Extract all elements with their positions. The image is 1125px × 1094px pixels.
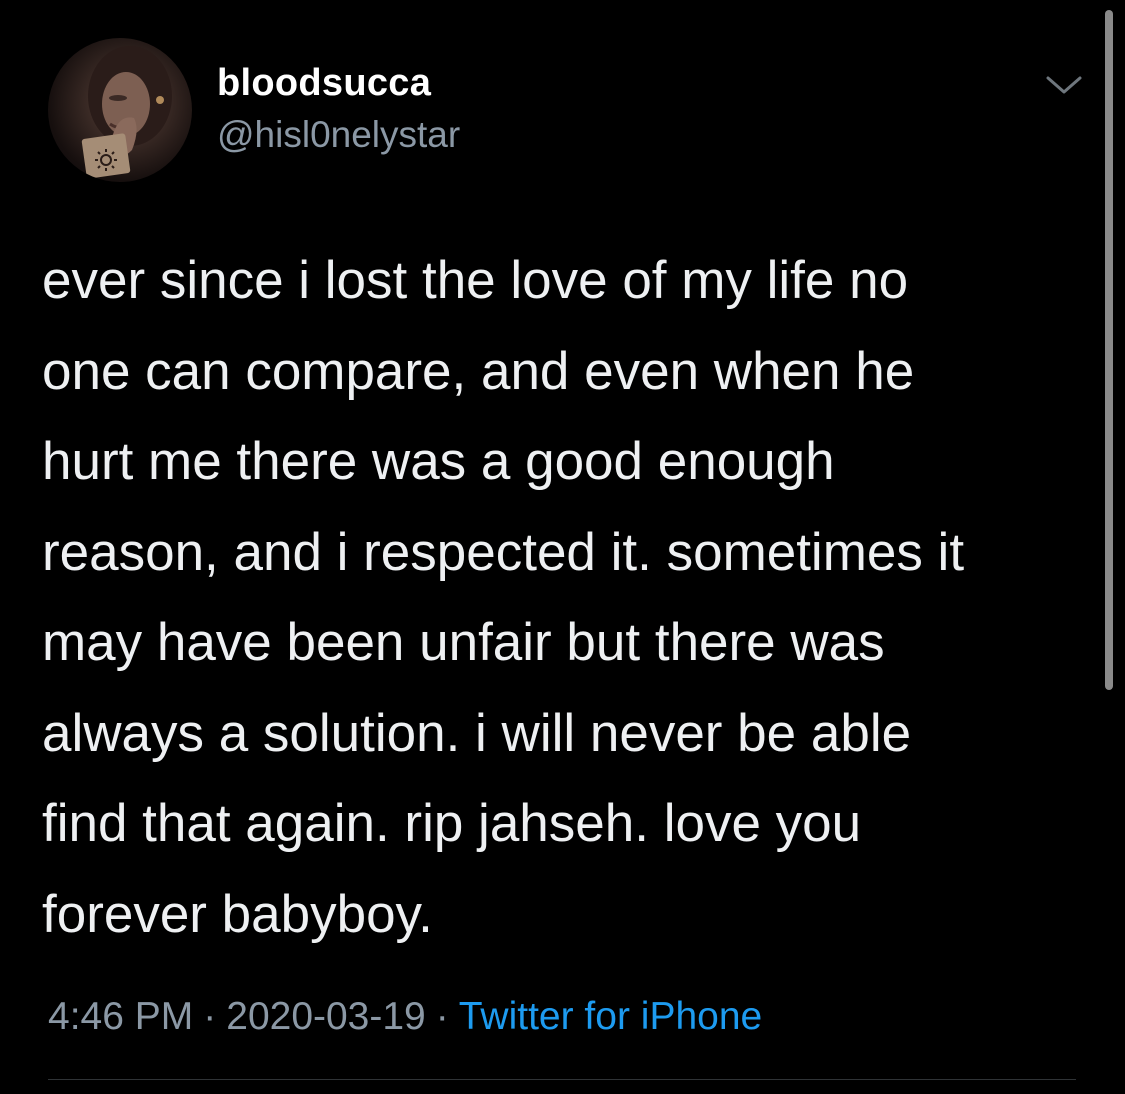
tweet-card: bloodsucca @hisl0nelystar ever since i l… <box>0 0 1125 1094</box>
divider <box>48 1079 1076 1080</box>
tweet-text-line: may have been unfair but there was <box>42 613 885 672</box>
tweet-text-line: reason, and i respected it. sometimes it <box>42 522 965 582</box>
chevron-down-icon[interactable] <box>1040 62 1088 110</box>
tweet-text-line: find that again. rip jahseh. love you <box>42 794 862 853</box>
display-name[interactable]: bloodsucca <box>217 62 431 105</box>
tweet-date[interactable]: 2020-03-19 <box>226 995 426 1038</box>
tweet-meta: 4:46 PM · 2020-03-19 · Twitter for iPhone <box>48 995 762 1039</box>
scrollbar[interactable] <box>1105 10 1113 690</box>
tweet-text: ever since i lost the love of my life no… <box>42 236 1092 960</box>
meta-separator: · <box>203 995 217 1038</box>
tweet-time[interactable]: 4:46 PM <box>48 995 193 1038</box>
avatar[interactable] <box>48 38 192 182</box>
tweet-text-line: ever since i lost the love of my life no <box>42 251 909 310</box>
tweet-text-line: hurt me there was a good enough <box>42 432 835 491</box>
profile-photo <box>81 46 172 179</box>
tweet-source-link[interactable]: Twitter for iPhone <box>459 995 762 1038</box>
tweet-text-line: forever babyboy. <box>42 884 433 944</box>
tweet-text-line: always a solution. i will never be able <box>42 703 912 763</box>
tweet-text-line: one can compare, and even when he <box>42 341 915 401</box>
user-handle[interactable]: @hisl0nelystar <box>217 114 460 156</box>
meta-separator: · <box>435 995 449 1038</box>
